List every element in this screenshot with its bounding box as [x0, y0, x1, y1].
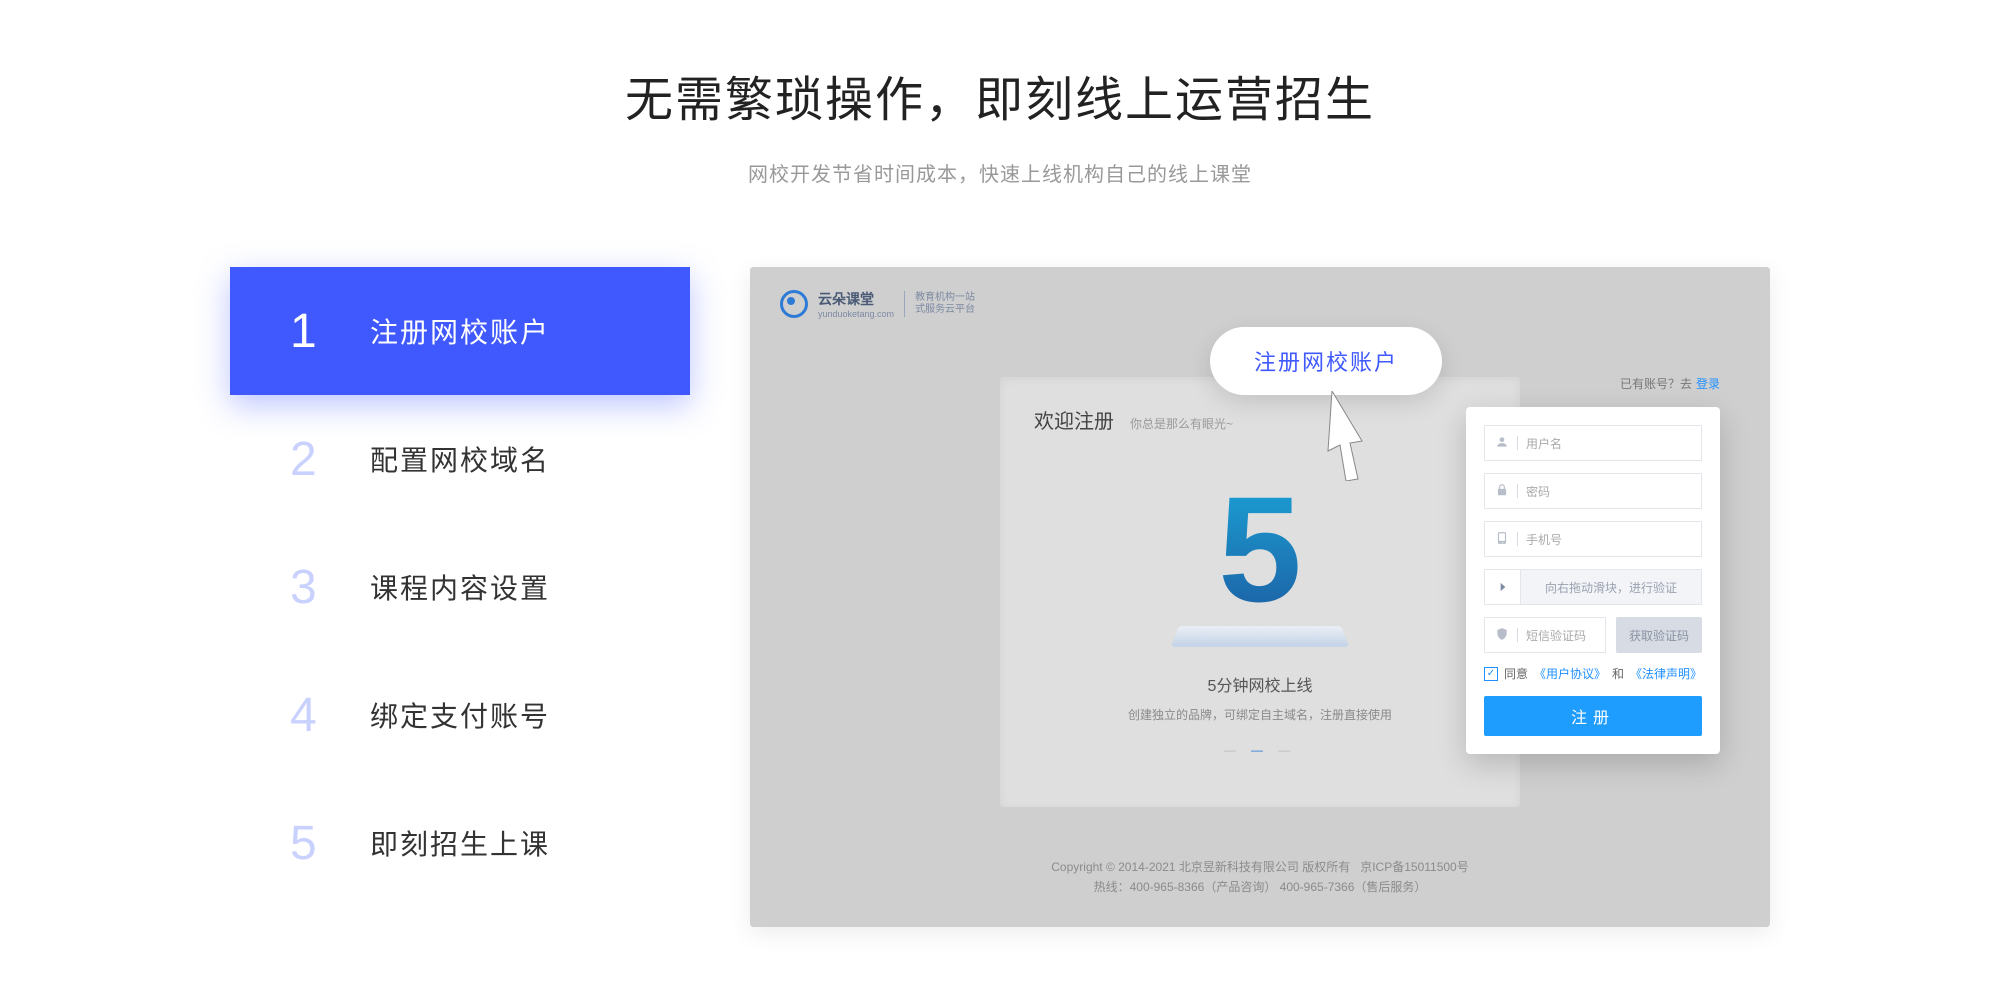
agree-checkbox[interactable]: ✓ [1484, 667, 1498, 681]
cloud-logo-icon [780, 290, 808, 318]
brand-name: 云朵课堂 [818, 289, 894, 309]
phone-placeholder: 手机号 [1526, 531, 1562, 548]
sms-placeholder: 短信验证码 [1526, 627, 1586, 644]
lock-icon [1495, 483, 1509, 500]
user-icon [1495, 435, 1509, 452]
step-domain[interactable]: 2 配置网校域名 [230, 395, 690, 523]
step-course[interactable]: 3 课程内容设置 [230, 523, 690, 651]
agree-prefix: 同意 [1504, 665, 1528, 682]
brand-tagline-1: 教育机构一站 [915, 292, 975, 304]
preview-panel: 云朵课堂 yunduoketang.com 教育机构一站 式服务云平台 欢迎注册… [750, 267, 1770, 927]
page-subtitle: 网校开发节省时间成本，快速上线机构自己的线上课堂 [0, 158, 2000, 187]
slider-handle-icon[interactable] [1485, 570, 1521, 604]
tos-link[interactable]: 《用户协议》 [1534, 665, 1606, 682]
step-label: 配置网校域名 [370, 439, 550, 479]
brand-domain: yunduoketang.com [818, 309, 894, 319]
platform-shape [1171, 626, 1350, 647]
welcome-hint: 你总是那么有眼光~ [1130, 415, 1233, 432]
step-number: 1 [290, 304, 370, 359]
agree-row: ✓ 同意 《用户协议》 和 《法律声明》 [1484, 665, 1702, 682]
password-placeholder: 密码 [1526, 483, 1550, 500]
step-number: 2 [290, 432, 370, 487]
step-label: 注册网校账户 [370, 311, 550, 351]
register-form: 用户名 密码 手机号 向右拖动滑块，进行验证 [1466, 407, 1720, 754]
step-label: 绑定支付账号 [370, 695, 550, 735]
password-field[interactable]: 密码 [1484, 473, 1702, 509]
welcome-subcaption: 创建独立的品牌，可绑定自主域名，注册直接使用 [1034, 706, 1486, 723]
welcome-title: 欢迎注册 [1034, 405, 1114, 434]
page-title: 无需繁琐操作，即刻线上运营招生 [0, 60, 2000, 130]
already-have-account: 已有账号？去登录 [1620, 375, 1720, 392]
step-number: 3 [290, 560, 370, 615]
preview-footer: Copyright © 2014-2021 北京昱新科技有限公司 版权所有 京I… [750, 857, 1770, 897]
phone-icon [1495, 531, 1509, 548]
step-register[interactable]: 1 注册网校账户 [230, 267, 690, 395]
agree-and: 和 [1612, 665, 1624, 682]
steps-list: 1 注册网校账户 2 配置网校域名 3 课程内容设置 4 绑定支付账号 5 即刻… [230, 267, 690, 927]
tooltip-pill: 注册网校账户 [1210, 327, 1442, 395]
divider [904, 291, 905, 317]
phone-field[interactable]: 手机号 [1484, 521, 1702, 557]
carousel-dots[interactable]: — — — [1034, 743, 1486, 757]
get-code-button[interactable]: 获取验证码 [1616, 617, 1702, 653]
slider-text: 向右拖动滑块，进行验证 [1521, 579, 1701, 596]
captcha-slider[interactable]: 向右拖动滑块，进行验证 [1484, 569, 1702, 605]
cursor-arrow-icon [1322, 391, 1372, 481]
legal-link[interactable]: 《法律声明》 [1630, 665, 1702, 682]
step-label: 课程内容设置 [370, 567, 550, 607]
step-label: 即刻招生上课 [370, 823, 550, 863]
brand-tagline-2: 式服务云平台 [915, 304, 975, 316]
login-link[interactable]: 登录 [1696, 377, 1720, 391]
username-field[interactable]: 用户名 [1484, 425, 1702, 461]
username-placeholder: 用户名 [1526, 435, 1562, 452]
step-number: 5 [290, 816, 370, 871]
step-payment[interactable]: 4 绑定支付账号 [230, 651, 690, 779]
preview-brand-bar: 云朵课堂 yunduoketang.com 教育机构一站 式服务云平台 [780, 289, 975, 319]
hotline-text: 热线：400-965-8366（产品咨询） 400-965-7366（售后服务） [750, 877, 1770, 897]
step-number: 4 [290, 688, 370, 743]
register-button[interactable]: 注册 [1484, 696, 1702, 736]
copyright-text: Copyright © 2014-2021 北京昱新科技有限公司 版权所有 [1051, 860, 1350, 874]
welcome-caption: 5分钟网校上线 [1034, 672, 1486, 696]
welcome-panel: 欢迎注册 你总是那么有眼光~ 5 5分钟网校上线 创建独立的品牌，可绑定自主域名… [1000, 377, 1520, 807]
icp-text: 京ICP备15011500号 [1360, 860, 1469, 874]
shield-icon [1495, 627, 1509, 644]
sms-code-field[interactable]: 短信验证码 [1484, 617, 1606, 653]
big-number-5: 5 [1218, 474, 1301, 624]
step-launch[interactable]: 5 即刻招生上课 [230, 779, 690, 907]
